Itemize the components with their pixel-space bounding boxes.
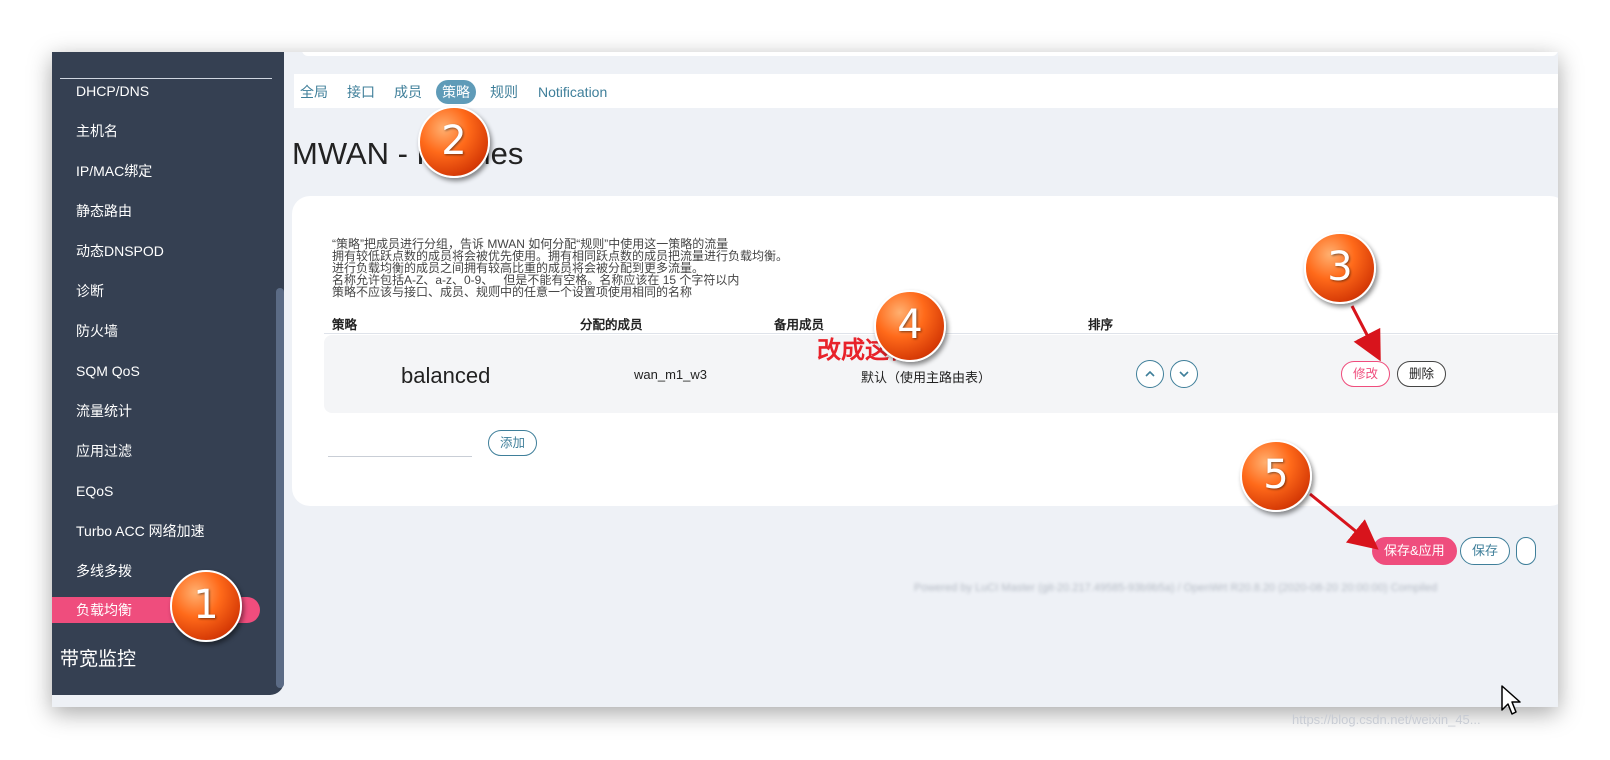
tab-policies[interactable]: 策略 xyxy=(436,80,476,104)
column-header-sort: 排序 xyxy=(1088,318,1114,332)
step-marker-3: 3 xyxy=(1304,232,1376,304)
step-marker-2: 2 xyxy=(418,106,490,178)
new-policy-name-field[interactable] xyxy=(328,456,472,457)
sidebar-item-app-filter[interactable]: 应用过滤 xyxy=(76,438,266,464)
mouse-pointer-icon xyxy=(1501,685,1521,715)
sidebar: DHCP/DNS 主机名 IP/MAC绑定 静态路由 动态DNSPOD 诊断 防… xyxy=(52,52,284,695)
tab-notification[interactable]: Notification xyxy=(532,80,613,104)
policy-name: balanced xyxy=(401,363,491,388)
sidebar-item-static-route[interactable]: 静态路由 xyxy=(76,198,266,224)
sidebar-item-multi-dial[interactable]: 多线多拨 xyxy=(76,558,266,584)
footer-version: Powered by LuCI Master (git-20.217.49585… xyxy=(914,582,1438,594)
step-marker-5: 5 xyxy=(1240,440,1312,512)
watermark: https://blog.csdn.net/weixin_45... xyxy=(1292,712,1481,727)
assigned-members: wan_m1_w3 xyxy=(634,367,707,382)
save-button[interactable]: 保存 xyxy=(1460,537,1511,565)
sidebar-item-sqm-qos[interactable]: SQM QoS xyxy=(76,358,266,384)
edit-button[interactable]: 修改 xyxy=(1341,361,1391,387)
sidebar-item-ip-mac-bind[interactable]: IP/MAC绑定 xyxy=(76,158,266,184)
sidebar-item-diagnostics[interactable]: 诊断 xyxy=(76,278,266,304)
app-window: DHCP/DNS 主机名 IP/MAC绑定 静态路由 动态DNSPOD 诊断 防… xyxy=(52,52,1558,707)
tab-members[interactable]: 成员 xyxy=(388,80,428,104)
chevron-up-icon xyxy=(1145,370,1155,377)
sidebar-item-hostname[interactable]: 主机名 xyxy=(76,118,266,144)
step-marker-1: 1 xyxy=(170,570,242,642)
add-button[interactable]: 添加 xyxy=(488,430,538,456)
table-row: balanced wan_m1_w3 默认（使用主路由表） 修改 删除 xyxy=(324,335,1558,413)
save-apply-button[interactable]: 保存&应用 xyxy=(1372,537,1457,565)
sidebar-item-dnspod[interactable]: 动态DNSPOD xyxy=(76,238,266,264)
header-strip xyxy=(302,52,1558,56)
sidebar-item-traffic-stats[interactable]: 流量统计 xyxy=(76,398,266,424)
reset-button[interactable] xyxy=(1516,537,1536,565)
fallback-member: 默认（使用主路由表） xyxy=(861,370,992,385)
column-header-members: 分配的成员 xyxy=(580,318,643,332)
policy-description: “策略”把成员进行分组，告诉 MWAN 如何分配“规则”中使用这一策略的流量 拥… xyxy=(332,238,1032,298)
tab-interfaces[interactable]: 接口 xyxy=(341,80,381,104)
tab-bar: 全局 接口 成员 策略 规则 Notification xyxy=(294,74,1558,108)
delete-button[interactable]: 删除 xyxy=(1397,361,1447,387)
move-down-button[interactable] xyxy=(1170,360,1198,388)
sidebar-item-turbo-acc[interactable]: Turbo ACC 网络加速 xyxy=(76,518,266,544)
chevron-down-icon xyxy=(1179,371,1189,378)
sidebar-scrollbar[interactable] xyxy=(276,288,284,688)
sidebar-item-dhcp-dns[interactable]: DHCP/DNS xyxy=(76,78,266,104)
move-up-button[interactable] xyxy=(1136,360,1164,388)
column-header-policy: 策略 xyxy=(332,318,358,332)
sidebar-item-firewall[interactable]: 防火墙 xyxy=(76,318,266,344)
sidebar-item-eqos[interactable]: EQoS xyxy=(76,478,266,504)
tab-rules[interactable]: 规则 xyxy=(484,80,524,104)
sidebar-section-bandwidth-monitor[interactable]: 带宽监控 xyxy=(60,644,136,671)
tab-global[interactable]: 全局 xyxy=(294,80,334,104)
step-marker-4: 4 xyxy=(874,290,946,362)
